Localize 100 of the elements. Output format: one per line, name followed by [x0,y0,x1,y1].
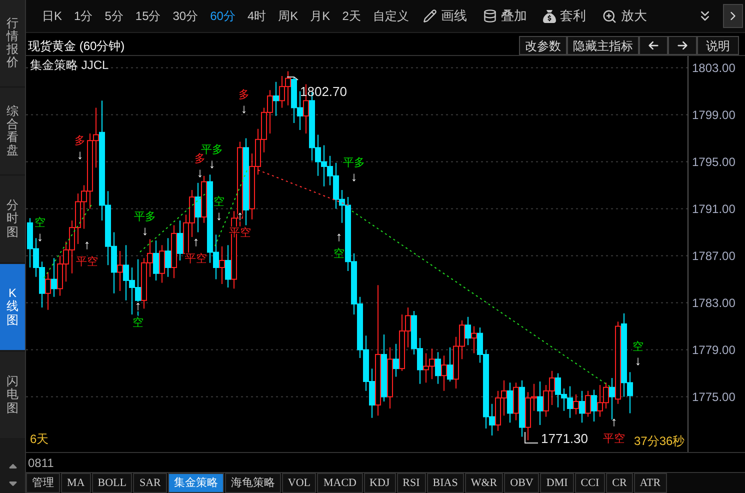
next-button[interactable] [723,4,743,28]
signal-label: 平多 [201,144,223,156]
signal-label: 平多 [343,157,365,169]
help-button[interactable]: 说明 [697,36,739,55]
period-tab[interactable]: 15分 [129,7,167,25]
signal-label: 平空 [603,433,625,445]
leader-line [286,76,298,80]
indicator-tab[interactable]: BOLL [92,473,132,493]
indicator-tab[interactable]: CCI [574,473,606,493]
signal-label: 多 [194,153,206,165]
indicator-tab[interactable]: 集金策略 [168,473,224,493]
signal-label: 空 [334,248,344,260]
sidebar-tab[interactable]: K线图 [0,264,25,350]
period-tab[interactable]: 月K [304,7,336,25]
candlestick [393,343,399,378]
indicator-tab[interactable]: OBV [504,473,540,493]
money-bag-icon [542,10,556,22]
toolbar-button[interactable]: 放大 [594,6,655,26]
indicator-tab[interactable]: RSI [396,473,426,493]
sidebar-tab[interactable]: 综合看盘 [0,88,25,174]
right-arrow-icon [677,40,688,51]
header-button[interactable]: 隐藏主指标 [567,36,639,55]
period-tab[interactable]: 30分 [166,7,204,25]
candlestick [45,272,51,310]
period-tab[interactable]: 1分 [68,7,99,25]
indicator-tab[interactable]: DMI [540,473,574,493]
signal-arrow: ↓ [142,223,148,238]
candlestick [441,355,447,392]
forward-button[interactable] [668,36,697,55]
signal-arrow: ↓ [216,208,222,223]
signal-arrow: ↓ [634,353,642,368]
period-tab[interactable]: 日K [36,7,68,25]
candlestick [177,220,183,261]
candlestick [465,316,471,346]
candlestick [573,394,579,415]
toolbar-button[interactable]: 套利 [534,6,594,26]
signal-arrow: ↓ [350,169,358,184]
axis-label: 1779.00 [692,342,736,357]
signal-arrow: ↑ [84,237,90,252]
period-tab[interactable]: 2天 [336,7,367,25]
indicator-tab[interactable]: KDJ [364,473,396,493]
period-tab[interactable]: 60分 [204,7,242,25]
indicator-tab[interactable]: 海龟策略 [224,473,281,493]
candlestick [585,390,591,418]
candlestick [117,250,123,292]
candlestick [219,246,225,284]
axis-label: 1791.00 [692,202,736,216]
candlestick [273,81,279,116]
indicator-tab[interactable]: 管理 [26,473,60,493]
signal-label: 空 [214,196,224,208]
axis-label: 1775.00 [692,390,736,404]
candlestick [153,240,159,281]
period-tab[interactable]: 自定义 [366,7,415,25]
signal-arrow: ↑ [610,414,618,429]
signal-arrow: ↓ [240,101,248,116]
indicator-tab[interactable]: SAR [133,473,167,493]
chart-title: 现货黄金 (60分钟) [27,38,125,54]
signal-label: 空 [132,317,144,329]
axis-label: 1783.00 [692,296,736,310]
sidebar-tab[interactable]: 闪电图 [0,352,25,438]
signal-arrow: ↓ [76,147,84,162]
signal-label: 平空 [76,256,98,268]
database-icon [482,9,497,23]
signal-label: 平空 [185,253,207,265]
signal-label: 多 [238,89,250,101]
toolbar-button[interactable]: 叠加 [474,6,535,26]
candlestick [591,389,597,422]
candlestick [579,390,585,424]
symbol-code: 0811 [28,454,54,472]
signal-arrow: ↑ [192,234,200,249]
header-button[interactable]: 改参数 [519,36,567,55]
indicator-tab[interactable]: MACD [317,473,362,493]
pencil-icon [422,9,437,23]
period-tab[interactable]: 周K [272,7,304,25]
indicator-label: 集金策略 JJCL [30,58,109,72]
indicator-tab[interactable]: VOL [282,473,316,493]
period-tab[interactable]: 5分 [98,7,130,25]
candlestick [471,326,477,354]
candlestick [507,382,513,424]
candlestick [51,258,57,298]
indicator-tab[interactable]: CR [606,473,633,493]
sidebar-tab[interactable]: 分时图 [0,176,25,262]
indicator-tab[interactable]: W&R [464,473,504,493]
signal-arrow: ↓ [208,156,216,171]
signal-arrow: ↑ [336,229,342,244]
indicator-tab[interactable]: MA [61,473,91,493]
candlestick [165,238,171,278]
indicator-tab[interactable]: ATR [634,473,667,493]
back-button[interactable] [639,36,668,55]
indicator-tab[interactable]: BIAS [426,473,464,493]
signal-arrow: ↓ [36,229,44,244]
toolbar-button[interactable]: 画线 [414,6,475,26]
leader-line [524,432,538,444]
span-label: 6天 [30,432,49,446]
axis-label: 1787.00 [692,248,736,263]
signal-arrow: ↓ [196,165,204,180]
candlestick [435,352,441,384]
candlestick [159,244,165,284]
period-tab[interactable]: 4时 [241,7,272,25]
sidebar-tab[interactable]: 行情报价 [0,0,25,86]
